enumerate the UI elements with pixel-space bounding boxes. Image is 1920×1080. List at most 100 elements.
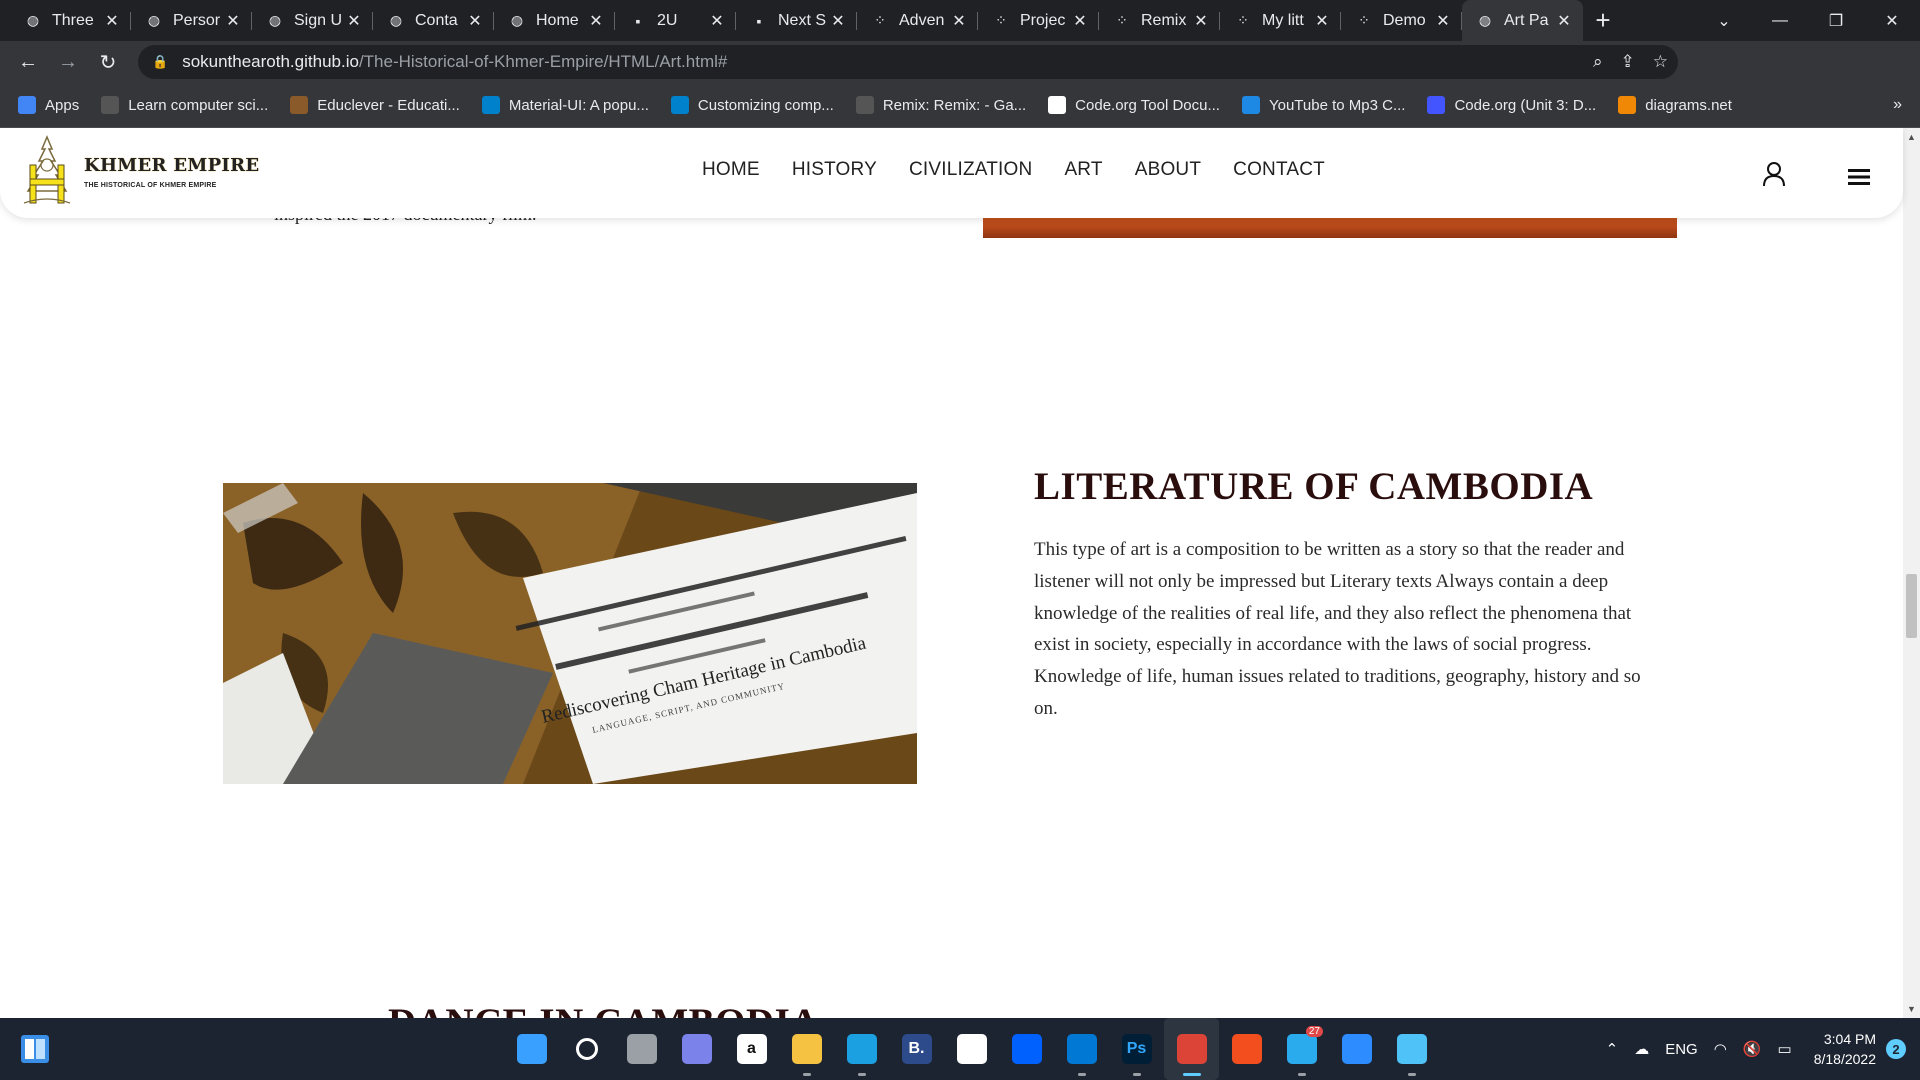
tab-close-icon[interactable]: ✕ [829,11,847,31]
battery-icon[interactable]: ▭ [1778,1040,1792,1058]
taskbar-amazon-icon[interactable]: a [724,1018,779,1080]
back-arrow-icon[interactable]: ← [8,44,48,80]
browser-tab[interactable]: ▪ Next S ✕ [736,0,857,41]
taskbar-file-explorer-icon[interactable] [779,1018,834,1080]
browser-tab[interactable]: ◍ Three ✕ [10,0,131,41]
tab-close-icon[interactable]: ✕ [1555,11,1573,31]
browser-tab[interactable]: ◍ Sign U ✕ [252,0,373,41]
nav-art[interactable]: ART [1064,159,1102,181]
taskbar-microsoft-store-icon[interactable] [944,1018,999,1080]
taskbar-photoshop-icon[interactable]: Ps [1109,1018,1164,1080]
nav-home[interactable]: HOME [702,159,760,181]
bookmark-item[interactable]: Code.org (Unit 3: D... [1427,96,1596,114]
bookmark-item[interactable]: YouTube to Mp3 C... [1241,96,1406,114]
tab-close-icon[interactable]: ✕ [345,11,363,31]
site-logo[interactable]: KHMER EMPIRE THE HISTORICAL OF KHMER EMP… [22,135,259,209]
taskbar-zoom-icon[interactable] [1329,1018,1384,1080]
bookmark-label: YouTube to Mp3 C... [1268,96,1406,114]
page-scrollbar[interactable]: ▲ ▼ [1903,128,1920,1018]
tab-close-icon[interactable]: ✕ [1313,11,1331,31]
taskbar-figma-icon[interactable] [1219,1018,1274,1080]
notification-badge[interactable]: 2 [1886,1039,1906,1059]
browser-tab[interactable]: ⁘ Projec ✕ [978,0,1099,41]
bookmark-label: Apps [45,96,80,114]
bookmark-item[interactable]: Code.org Tool Docu... [1048,96,1220,114]
tab-close-icon[interactable]: ✕ [950,11,968,31]
clock-date: 8/18/2022 [1813,1051,1876,1067]
taskbar-search-icon[interactable] [559,1018,614,1080]
tab-close-icon[interactable]: ✕ [1192,11,1210,31]
bookmark-item[interactable]: Customizing comp... [670,96,834,114]
taskbar-telegram-icon[interactable]: 27 [1274,1018,1329,1080]
logo-title: KHMER EMPIRE [84,155,260,176]
clock[interactable]: 3:04 PM 8/18/2022 [1814,1029,1876,1069]
browser-tab-strip: ◍ Three ✕ ◍ Persor ✕ ◍ Sign U ✕ ◍ Conta ✕ ◍ Home ✕ ▪ 2U ✕… [0,0,1920,41]
nav-history[interactable]: HISTORY [792,159,877,181]
globe-icon: ◍ [26,12,40,28]
browser-tab[interactable]: ◍ Art Pa ✕ [1462,0,1583,41]
taskbar-chrome-icon[interactable] [1164,1018,1219,1080]
taskbar-task-view-icon[interactable] [614,1018,669,1080]
nav-contact[interactable]: CONTACT [1233,159,1325,181]
language-indicator[interactable]: ENG [1665,1041,1698,1058]
browser-tab[interactable]: ◍ Home ✕ [494,0,615,41]
restore-icon[interactable]: ❐ [1808,0,1864,41]
scrollbar-thumb[interactable] [1906,574,1917,638]
taskbar-notepad-icon[interactable] [1384,1018,1439,1080]
tab-close-icon[interactable]: ✕ [224,11,242,31]
scroll-down-arrow-icon[interactable]: ▼ [1903,1004,1920,1014]
widgets-icon[interactable] [20,1034,50,1064]
bookmarks-overflow-button[interactable]: » [1893,96,1902,114]
browser-tab[interactable]: ◍ Conta ✕ [373,0,494,41]
browser-tab[interactable]: ⁘ Remix ✕ [1099,0,1220,41]
quizlet-icon [1427,96,1446,114]
wifi-icon[interactable]: ◠ [1714,1040,1727,1058]
literature-image: Rediscovering Cham Heritage in Cambodia … [223,483,917,784]
amazon-glyph: a [736,1034,767,1064]
bookmark-item[interactable]: Apps [18,96,79,114]
scroll-up-arrow-icon[interactable]: ▲ [1903,132,1920,142]
tab-close-icon[interactable]: ✕ [103,11,121,31]
tab-close-icon[interactable]: ✕ [708,11,726,31]
taskbar-edge-icon[interactable] [834,1018,889,1080]
browser-tab[interactable]: ⁘ My litt ✕ [1220,0,1341,41]
volume-muted-icon[interactable]: 🔇 [1743,1040,1762,1058]
taskbar-teams-chat-icon[interactable] [669,1018,724,1080]
nav-civilization[interactable]: CIVILIZATION [909,159,1032,181]
nav-about[interactable]: ABOUT [1135,159,1201,181]
taskbar-bootstrap-studio-icon[interactable]: B. [889,1018,944,1080]
forward-arrow-icon[interactable]: → [48,44,88,80]
browser-tab[interactable]: ▪ 2U ✕ [615,0,736,41]
bookmark-item[interactable]: diagrams.net [1618,96,1732,114]
browser-tab[interactable]: ⁘ Demo ✕ [1341,0,1462,41]
hamburger-menu-icon[interactable] [1848,168,1870,186]
tab-close-icon[interactable]: ✕ [466,11,484,31]
share-icon[interactable]: ⇪ [1621,52,1635,72]
teams-chat-glyph [681,1034,712,1064]
new-tab-button[interactable]: + [1583,0,1623,41]
browser-tab[interactable]: ◍ Persor ✕ [131,0,252,41]
bookmark-star-icon[interactable]: ☆ [1653,52,1668,72]
tab-close-icon[interactable]: ✕ [587,11,605,31]
taskbar-vscode-icon[interactable] [1054,1018,1109,1080]
taskbar-apps: a B. Ps 27 [504,1018,1439,1080]
onedrive-icon[interactable]: ☁ [1634,1040,1649,1058]
bookmark-item[interactable]: Learn computer sci... [101,96,268,114]
tab-search-chevron-icon[interactable]: ⌄ [1696,0,1752,41]
taskbar-dropbox-icon[interactable] [999,1018,1054,1080]
taskbar-windows-start-icon[interactable] [504,1018,559,1080]
user-icon[interactable] [1762,161,1786,187]
bookmark-item[interactable]: Educlever - Educati... [290,96,460,114]
show-hidden-icons-chevron-icon[interactable]: ⌃ [1606,1040,1619,1058]
tab-close-icon[interactable]: ✕ [1434,11,1452,31]
bookmark-item[interactable]: Remix: Remix: - Ga... [855,96,1026,114]
minimize-icon[interactable]: — [1752,0,1808,41]
browser-tab[interactable]: ⁘ Adven ✕ [857,0,978,41]
tab-close-icon[interactable]: ✕ [1071,11,1089,31]
address-bar[interactable]: 🔒 sokunthearoth.github.io/The-Historical… [138,45,1678,79]
lock-icon[interactable]: 🔒 [152,54,168,70]
reload-icon[interactable]: ↻ [88,44,128,80]
zoom-icon[interactable]: ⌕ [1593,52,1603,72]
bookmark-item[interactable]: Material-UI: A popu... [481,96,649,114]
close-window-icon[interactable]: ✕ [1864,0,1920,41]
